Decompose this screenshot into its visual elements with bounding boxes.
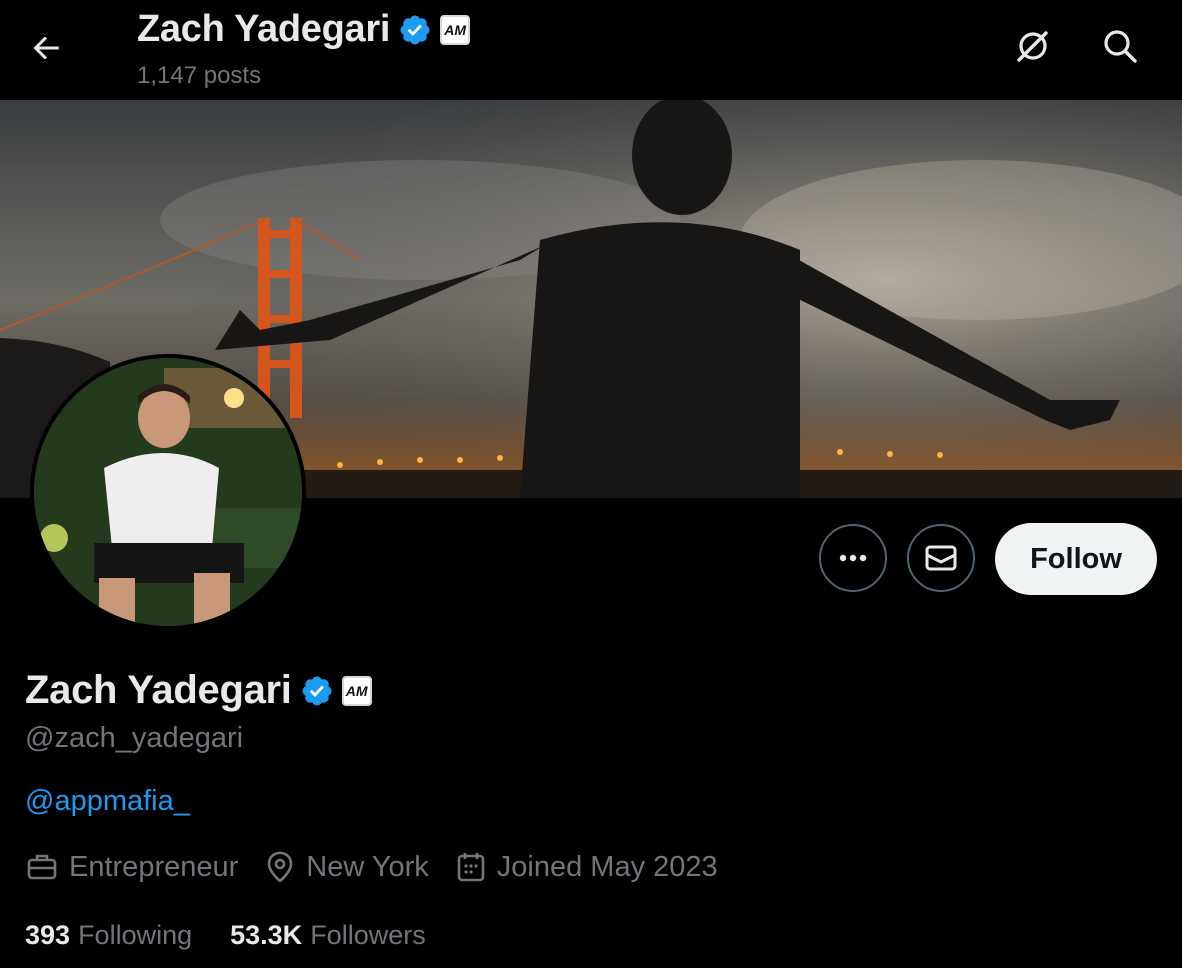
followers-link[interactable]: 53.3K Followers bbox=[230, 920, 426, 951]
affiliation-badge[interactable]: AM bbox=[440, 14, 471, 45]
top-bar: Zach Yadegari AM 1,147 posts bbox=[0, 0, 1182, 100]
affiliation-badge-text: AM bbox=[345, 682, 368, 699]
more-button[interactable] bbox=[819, 524, 887, 592]
following-count: 393 bbox=[25, 920, 71, 950]
profile-handle: @zach_yadegari bbox=[25, 722, 244, 754]
avatar-image bbox=[34, 358, 302, 626]
profile-stats: 393 Following 53.3K Followers bbox=[25, 920, 464, 951]
profession-item: Entrepreneur bbox=[25, 850, 238, 884]
message-button[interactable] bbox=[907, 524, 975, 592]
profile-meta: Entrepreneur New York Joined May 2023 bbox=[25, 850, 744, 884]
follow-button[interactable]: Follow bbox=[995, 523, 1157, 595]
affiliation-badge[interactable]: AM bbox=[341, 675, 372, 706]
followers-label: Followers bbox=[310, 920, 426, 950]
joined-item: Joined May 2023 bbox=[455, 850, 718, 884]
location-item: New York bbox=[264, 850, 429, 884]
location-text: New York bbox=[306, 850, 429, 883]
more-icon bbox=[839, 554, 867, 562]
grok-icon bbox=[1017, 31, 1048, 62]
location-pin-icon bbox=[267, 851, 293, 883]
calendar-icon bbox=[457, 853, 485, 882]
header-title: Zach Yadegari AM bbox=[137, 8, 471, 51]
arrow-left-icon bbox=[33, 36, 59, 60]
posts-count: 1,147 posts bbox=[137, 62, 262, 89]
grok-button[interactable] bbox=[1013, 26, 1053, 66]
avatar[interactable] bbox=[30, 354, 306, 630]
verified-badge-icon[interactable] bbox=[300, 674, 334, 708]
search-button[interactable] bbox=[1100, 26, 1140, 66]
following-label: Following bbox=[78, 920, 193, 950]
bio-mention-link[interactable]: @appmafia_ bbox=[25, 785, 190, 818]
following-link[interactable]: 393 Following bbox=[25, 920, 192, 951]
affiliation-badge-text: AM bbox=[444, 21, 466, 38]
joined-text: Joined May 2023 bbox=[496, 850, 718, 883]
profile-name-row: Zach Yadegari AM bbox=[25, 668, 372, 713]
profile-name: Zach Yadegari bbox=[25, 668, 292, 712]
briefcase-icon bbox=[27, 854, 57, 880]
envelope-icon bbox=[925, 545, 957, 571]
search-icon bbox=[1104, 30, 1137, 63]
profession-text: Entrepreneur bbox=[69, 850, 239, 883]
header-name: Zach Yadegari bbox=[137, 8, 391, 50]
back-button[interactable] bbox=[28, 30, 64, 66]
followers-count: 53.3K bbox=[230, 920, 303, 950]
verified-badge-icon bbox=[400, 14, 430, 45]
